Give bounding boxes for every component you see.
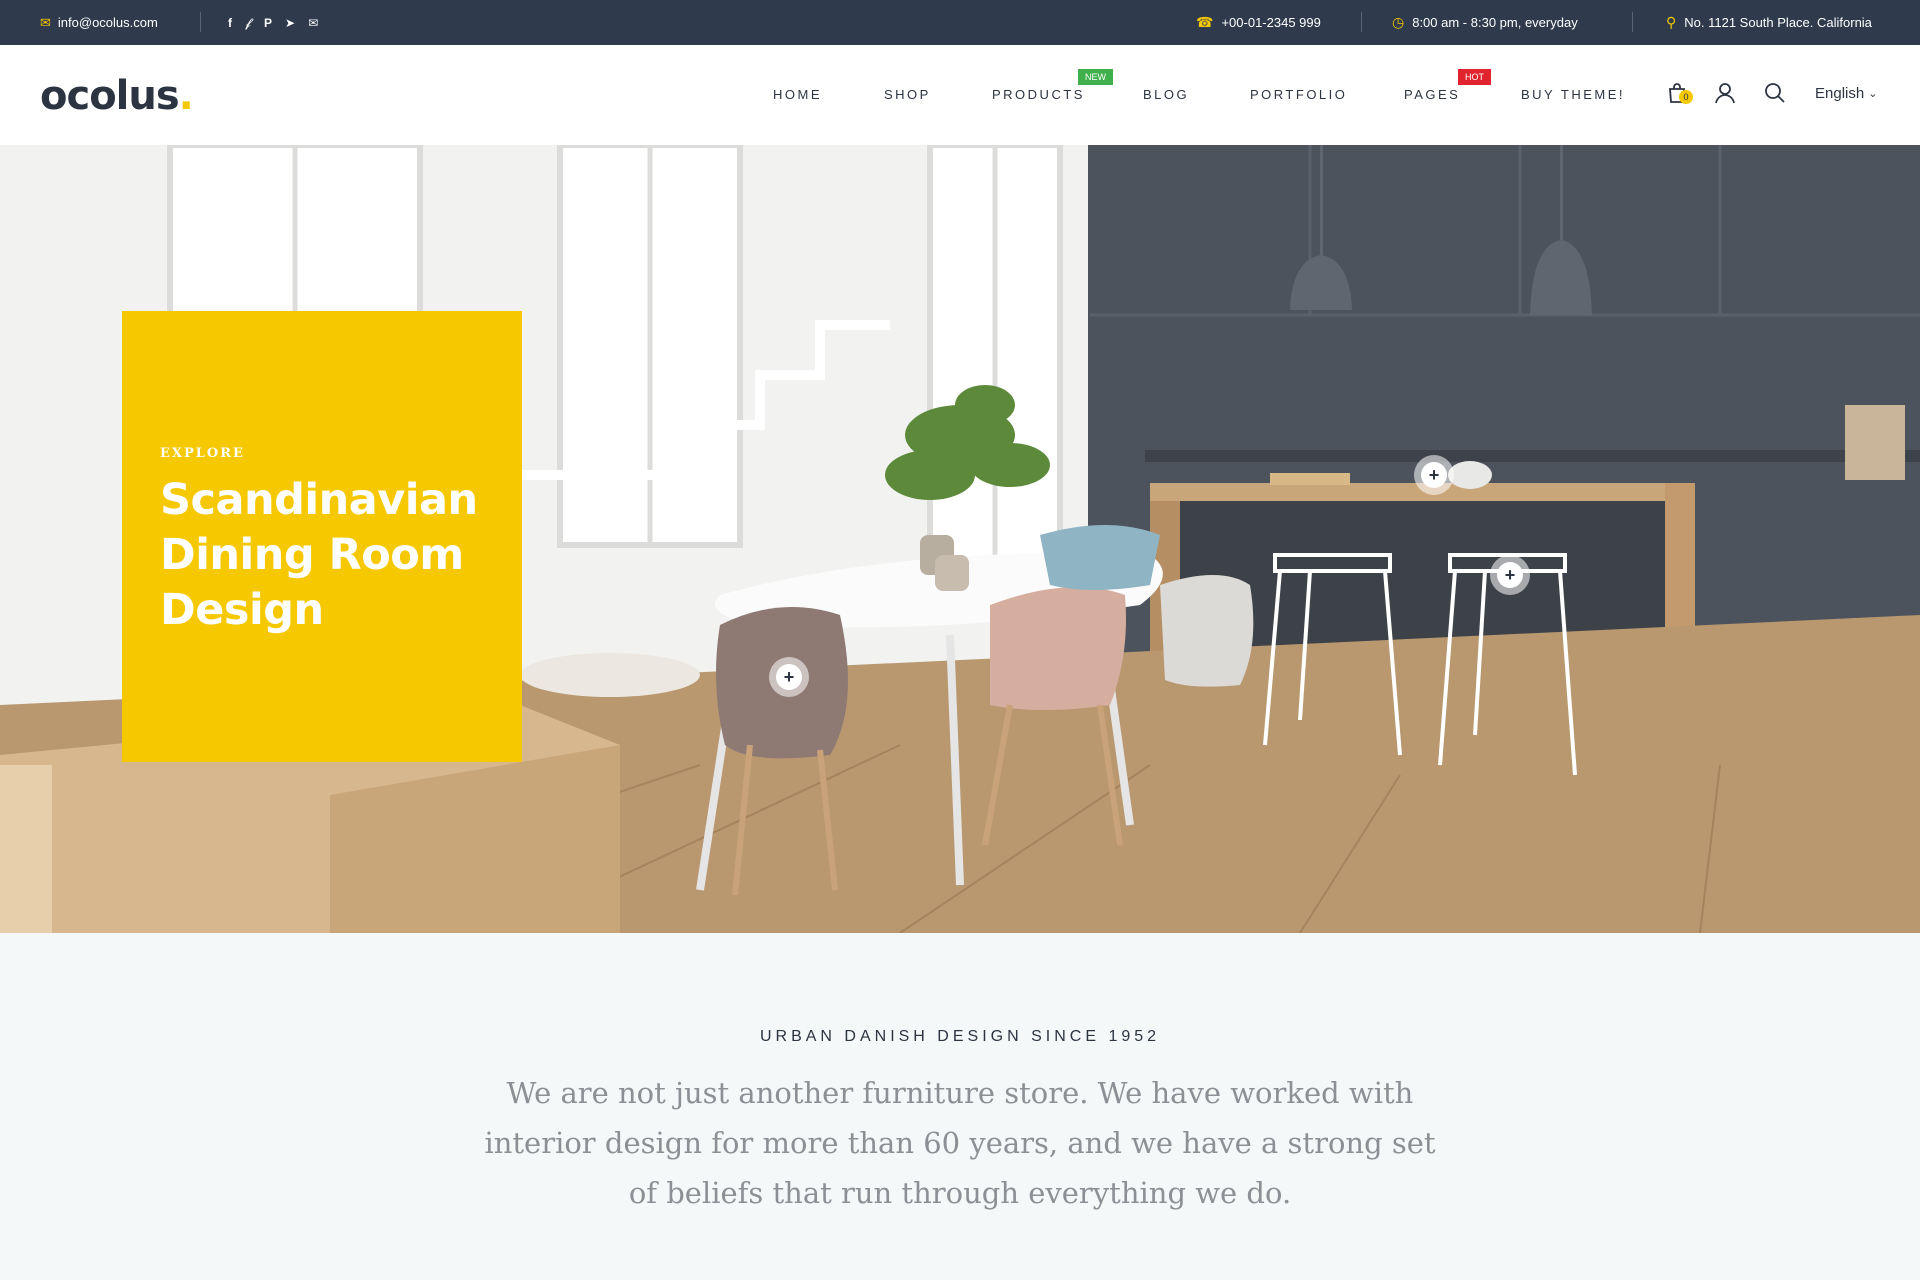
top-divider <box>200 12 201 32</box>
facebook-icon[interactable]: f <box>228 17 232 29</box>
plus-icon: + <box>776 664 802 690</box>
map-pin-icon: ⚲ <box>1666 14 1677 30</box>
top-phone[interactable]: ☎ +00-01-2345 999 <box>1196 0 1321 45</box>
main-header: ocolus. HOME SHOP PRODUCTS NEW BLOG PORT… <box>0 45 1920 145</box>
search-icon[interactable] <box>1763 81 1787 105</box>
plus-icon: + <box>1497 562 1523 588</box>
nav-buy-theme[interactable]: BUY THEME! <box>1521 87 1625 102</box>
nav-blog[interactable]: BLOG <box>1143 87 1189 102</box>
logo[interactable]: ocolus. <box>40 73 194 119</box>
product-hotspot[interactable]: + <box>1490 555 1530 595</box>
social-links: f 𝓯 P ➤ ✉ <box>228 0 318 45</box>
nav-home[interactable]: HOME <box>773 87 822 102</box>
top-divider <box>1361 12 1362 32</box>
nav-products[interactable]: PRODUCTS <box>992 87 1085 102</box>
logo-dot: . <box>178 73 194 119</box>
new-badge: NEW <box>1078 69 1113 85</box>
clock-icon: ◷ <box>1392 14 1405 30</box>
top-email-text: info@ocolus.com <box>57 15 158 30</box>
cart-count-badge: 0 <box>1679 90 1693 104</box>
plus-icon: + <box>1421 462 1447 488</box>
top-bar: ✉ info@ocolus.com f 𝓯 P ➤ ✉ ☎ +00-01-234… <box>0 0 1920 45</box>
hero-eyebrow: EXPLORE <box>160 446 245 461</box>
phone-icon: ☎ <box>1196 14 1214 30</box>
telegram-icon[interactable]: ➤ <box>285 17 295 29</box>
language-selector[interactable]: English ⌄ <box>1815 85 1877 102</box>
top-address-text: No. 1121 South Place. California <box>1684 15 1872 30</box>
top-address: ⚲ No. 1121 South Place. California <box>1666 0 1872 45</box>
product-hotspot[interactable]: + <box>1414 455 1454 495</box>
top-hours-text: 8:00 am - 8:30 pm, everyday <box>1412 15 1578 30</box>
nav-pages[interactable]: PAGES <box>1404 87 1460 102</box>
top-phone-text: +00-01-2345 999 <box>1221 15 1321 30</box>
hero-banner: + + + EXPLORE Scandinavian Dining Room D… <box>0 145 1920 933</box>
logo-text: ocolus <box>40 73 180 119</box>
hot-badge: HOT <box>1458 69 1491 85</box>
chevron-down-icon: ⌄ <box>1868 88 1878 100</box>
nav-portfolio[interactable]: PORTFOLIO <box>1250 87 1347 102</box>
top-email-link[interactable]: ✉ info@ocolus.com <box>40 0 158 45</box>
envelope-icon: ✉ <box>40 14 51 30</box>
pinterest-icon[interactable]: P <box>264 17 272 29</box>
hero-title[interactable]: Scandinavian Dining Room Design <box>160 473 500 638</box>
product-hotspot[interactable]: + <box>769 657 809 697</box>
language-label: English <box>1815 85 1865 102</box>
top-divider <box>1632 12 1633 32</box>
twitter-icon[interactable]: 𝓯 <box>245 17 251 29</box>
user-icon[interactable] <box>1713 81 1737 105</box>
about-eyebrow: URBAN DANISH DESIGN SINCE 1952 <box>759 1028 1161 1045</box>
envelope-icon[interactable]: ✉ <box>308 17 318 29</box>
hero-caption-box: EXPLORE Scandinavian Dining Room Design <box>122 311 522 762</box>
nav-shop[interactable]: SHOP <box>884 87 931 102</box>
about-text: We are not just another furniture store.… <box>484 1076 1436 1210</box>
top-hours: ◷ 8:00 am - 8:30 pm, everyday <box>1392 0 1578 45</box>
